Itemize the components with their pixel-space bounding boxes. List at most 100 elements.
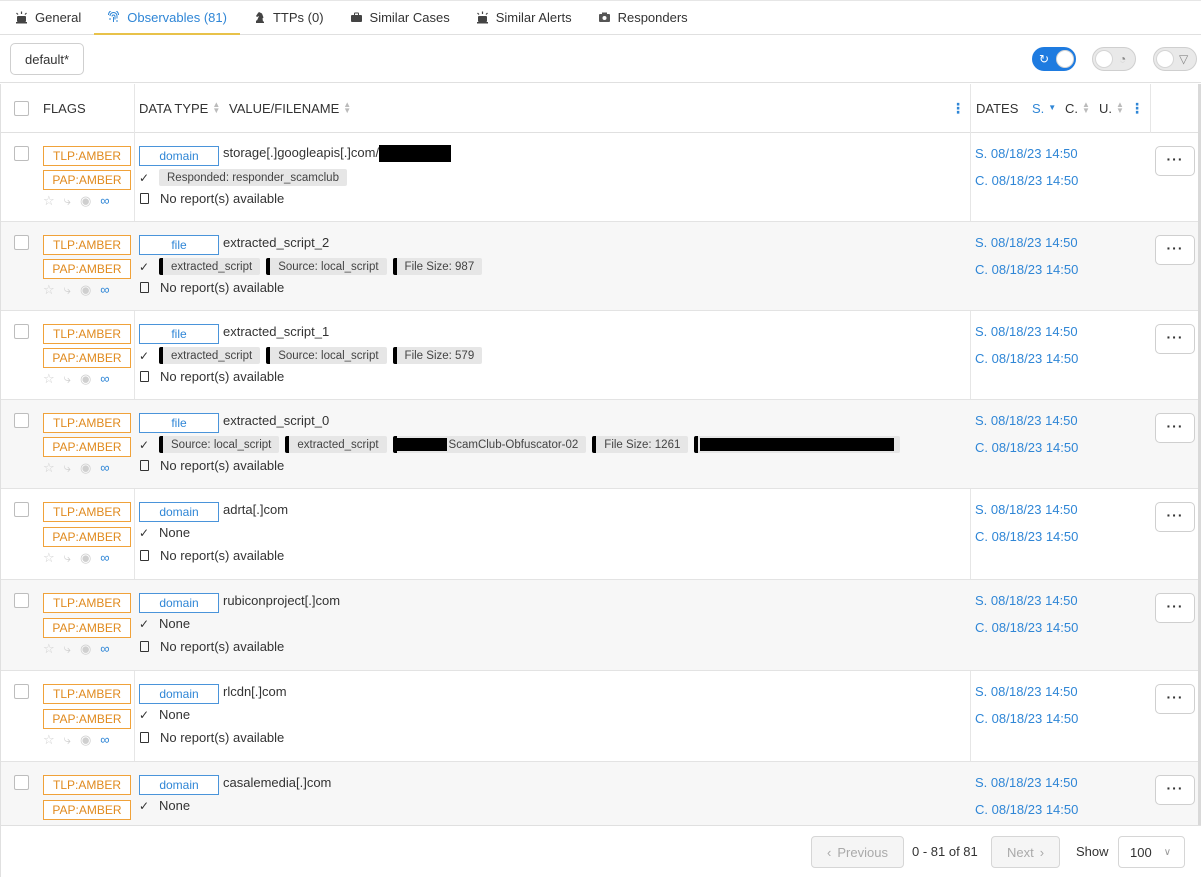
tag[interactable]: extracted_script <box>159 258 261 275</box>
bolt-icon[interactable]: ⤷ <box>64 732 71 748</box>
unlink-icon[interactable]: ∞ <box>100 193 109 209</box>
eye-icon[interactable]: ◉ <box>80 371 91 387</box>
sort-updated-date[interactable]: U. ▲ ▼ <box>1099 84 1124 132</box>
tag[interactable]: Source: local_script <box>266 258 387 275</box>
observable-value[interactable]: casalemedia[.]com <box>223 775 331 790</box>
column-data-type[interactable]: DATA TYPE ▲ ▼ <box>139 84 220 132</box>
row-actions-button[interactable]: ··· <box>1155 502 1195 532</box>
data-type-badge[interactable]: file <box>139 413 219 433</box>
column-menu-button[interactable]: ⋮ <box>951 84 965 132</box>
star-icon[interactable]: ☆ <box>43 282 55 298</box>
tag[interactable]: Source: local_script <box>159 436 280 453</box>
tab-similar-alerts[interactable]: Similar Alerts <box>463 0 585 34</box>
bolt-icon[interactable]: ⤷ <box>64 193 71 209</box>
eye-icon[interactable]: ◉ <box>80 193 91 209</box>
observable-value[interactable]: rubiconproject[.]com <box>223 593 340 608</box>
observable-value[interactable]: extracted_script_1 <box>223 324 329 339</box>
unlink-icon[interactable]: ∞ <box>100 282 109 298</box>
row-checkbox[interactable] <box>14 684 29 699</box>
data-type-badge[interactable]: domain <box>139 502 219 522</box>
sort-start-date[interactable]: S. ▼ <box>1032 84 1056 132</box>
bolt-icon[interactable]: ⤷ <box>64 460 71 476</box>
row-checkbox[interactable] <box>14 324 29 339</box>
tab-general[interactable]: General <box>2 0 94 34</box>
pap-badge[interactable]: PAP:AMBER <box>43 527 131 547</box>
row-checkbox[interactable] <box>14 146 29 161</box>
bolt-icon[interactable]: ⤷ <box>64 282 71 298</box>
observable-value[interactable]: extracted_script_2 <box>223 235 329 250</box>
tag[interactable]: Source: local_script <box>266 347 387 364</box>
data-type-badge[interactable]: file <box>139 235 219 255</box>
star-icon[interactable]: ☆ <box>43 641 55 657</box>
tag[interactable]: File Size: 1261 <box>592 436 689 453</box>
tlp-badge[interactable]: TLP:AMBER <box>43 235 131 255</box>
column-value[interactable]: VALUE/FILENAME ▲ ▼ <box>229 84 351 132</box>
tlp-badge[interactable]: TLP:AMBER <box>43 413 131 433</box>
row-actions-button[interactable]: ··· <box>1155 324 1195 354</box>
dates-menu-button[interactable]: ⋮ <box>1130 84 1144 132</box>
row-checkbox[interactable] <box>14 775 29 790</box>
pap-badge[interactable]: PAP:AMBER <box>43 170 131 190</box>
data-type-badge[interactable]: domain <box>139 146 219 166</box>
bolt-icon[interactable]: ⤷ <box>64 550 71 566</box>
data-type-badge[interactable]: domain <box>139 593 219 613</box>
tlp-badge[interactable]: TLP:AMBER <box>43 146 131 166</box>
previous-page-button[interactable]: ‹ Previous <box>811 836 904 868</box>
select-all-checkbox[interactable] <box>14 100 29 116</box>
row-actions-button[interactable]: ··· <box>1155 235 1195 265</box>
row-checkbox[interactable] <box>14 593 29 608</box>
tlp-badge[interactable]: TLP:AMBER <box>43 775 131 795</box>
unlink-icon[interactable]: ∞ <box>100 371 109 387</box>
bolt-icon[interactable]: ⤷ <box>64 641 71 657</box>
next-page-button[interactable]: Next › <box>991 836 1060 868</box>
tag[interactable]: Responded: responder_scamclub <box>159 169 347 186</box>
auto-refresh-toggle[interactable]: ↻ <box>1032 47 1076 71</box>
eye-icon[interactable]: ◉ <box>80 641 91 657</box>
eye-icon[interactable]: ◉ <box>80 732 91 748</box>
eye-icon[interactable]: ◉ <box>80 550 91 566</box>
pap-badge[interactable]: PAP:AMBER <box>43 618 131 638</box>
tag[interactable]: extracted_script <box>159 347 261 364</box>
tab-observables[interactable]: Observables (81) <box>94 0 240 35</box>
stats-toggle[interactable]: ◔ <box>1092 47 1136 71</box>
unlink-icon[interactable]: ∞ <box>100 641 109 657</box>
tag[interactable] <box>694 436 901 453</box>
tab-ttps[interactable]: TTPs (0) <box>240 0 337 34</box>
unlink-icon[interactable]: ∞ <box>100 732 109 748</box>
pap-badge[interactable]: PAP:AMBER <box>43 348 131 368</box>
row-checkbox[interactable] <box>14 502 29 517</box>
observable-value[interactable]: extracted_script_0 <box>223 413 329 428</box>
tag[interactable]: File Size: 579 <box>392 347 483 364</box>
eye-icon[interactable]: ◉ <box>80 282 91 298</box>
row-actions-button[interactable]: ··· <box>1155 775 1195 805</box>
tag[interactable]: File Size: 987 <box>392 258 483 275</box>
row-checkbox[interactable] <box>14 413 29 428</box>
tag[interactable]: ScamClub-Obfuscator-02 <box>392 436 587 453</box>
data-type-badge[interactable]: domain <box>139 684 219 704</box>
tab-responders[interactable]: Responders <box>585 0 701 34</box>
page-size-select[interactable]: 100 ∨ <box>1118 836 1185 868</box>
unlink-icon[interactable]: ∞ <box>100 550 109 566</box>
row-checkbox[interactable] <box>14 235 29 250</box>
filters-toggle[interactable]: ▽ <box>1153 47 1197 71</box>
unlink-icon[interactable]: ∞ <box>100 460 109 476</box>
star-icon[interactable]: ☆ <box>43 193 55 209</box>
tab-similar-cases[interactable]: Similar Cases <box>337 0 463 34</box>
row-actions-button[interactable]: ··· <box>1155 413 1195 443</box>
sort-created-date[interactable]: C. ▲ ▼ <box>1065 84 1090 132</box>
tlp-badge[interactable]: TLP:AMBER <box>43 593 131 613</box>
row-actions-button[interactable]: ··· <box>1155 146 1195 176</box>
star-icon[interactable]: ☆ <box>43 732 55 748</box>
tlp-badge[interactable]: TLP:AMBER <box>43 502 131 522</box>
tlp-badge[interactable]: TLP:AMBER <box>43 324 131 344</box>
data-type-badge[interactable]: file <box>139 324 219 344</box>
tlp-badge[interactable]: TLP:AMBER <box>43 684 131 704</box>
filter-preset-button[interactable]: default* <box>10 43 85 75</box>
star-icon[interactable]: ☆ <box>43 371 55 387</box>
row-actions-button[interactable]: ··· <box>1155 593 1195 623</box>
pap-badge[interactable]: PAP:AMBER <box>43 800 131 820</box>
data-type-badge[interactable]: domain <box>139 775 219 795</box>
eye-icon[interactable]: ◉ <box>80 460 91 476</box>
tag[interactable]: extracted_script <box>285 436 387 453</box>
pap-badge[interactable]: PAP:AMBER <box>43 259 131 279</box>
